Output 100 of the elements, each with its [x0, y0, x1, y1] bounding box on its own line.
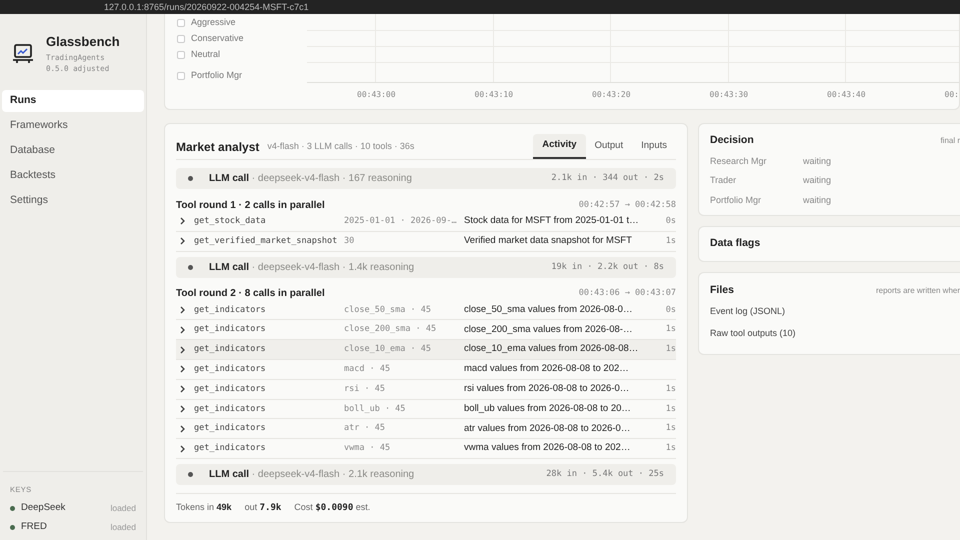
- tool-summary: atr values from 2026-08-08 to 2026-0…: [464, 422, 632, 436]
- llm-call-row[interactable]: LLM call · deepseek-v4-flash · 167 reasoning 2.1k in · 344 out · 2s: [176, 168, 676, 189]
- tool-round-title: Tool round 1 · 2 calls in parallel: [176, 198, 325, 212]
- tab[interactable]: Activity: [533, 134, 586, 159]
- tool-args: rsi · 45: [344, 382, 386, 396]
- tool-args: atr · 45: [344, 422, 386, 436]
- total-stat: Tokens in 49k: [176, 500, 232, 514]
- chevron-right-icon: [180, 365, 186, 374]
- tool-call-row[interactable]: get_indicators close_50_sma · 45 close_50_sma values from 2026-08-0… 0s: [176, 300, 676, 320]
- tool-name: get_indicators: [194, 343, 267, 356]
- role-name: Portfolio Mgr: [710, 194, 762, 207]
- tool-call-row[interactable]: get_indicators vwma · 45 vwma values from 2026-08-08 to 202… 1s: [176, 439, 676, 459]
- key-status: loaded: [110, 521, 136, 534]
- agent-meta: v4-flash · 3 LLM calls · 10 tools · 36s: [267, 140, 414, 153]
- key-name: FRED: [21, 520, 47, 534]
- tool-args: boll_ub · 45: [344, 402, 406, 416]
- data-flags-title: Data flags: [710, 236, 760, 252]
- tool-duration: 1s: [666, 402, 676, 416]
- tool-duration: 1s: [666, 422, 676, 436]
- tab[interactable]: Inputs: [632, 134, 676, 159]
- checkbox[interactable]: [177, 51, 185, 59]
- total-stat: out 7.9k: [244, 500, 282, 515]
- timeline-row-label: Conservative: [191, 32, 244, 46]
- time-tick-label: 00:43:20: [592, 89, 631, 101]
- llm-call-label: LLM call · deepseek-v4-flash · 1.4k reasoning: [209, 260, 414, 275]
- files-title: Files: [710, 283, 734, 298]
- llm-call-label: LLM call · deepseek-v4-flash · 167 reasoning: [209, 172, 412, 186]
- tool-summary: close_10_ema values from 2026-08-08…: [464, 342, 639, 356]
- file-link[interactable]: Event log (JSONL): [710, 304, 960, 327]
- tool-duration: 0s: [666, 215, 676, 228]
- chevron-right-icon: [180, 217, 186, 226]
- tool-summary: Stock data for MSFT from 2025-01-01 t…: [464, 214, 639, 228]
- time-tick-label: 00:: [944, 89, 959, 101]
- chevron-right-icon: [180, 404, 186, 413]
- tab[interactable]: Output: [586, 134, 632, 159]
- tool-name: get_indicators: [194, 304, 267, 316]
- url-text: 127.0.0.1:8765/runs/20260922-004254-MSFT-c7c1: [104, 2, 309, 12]
- nav-link[interactable]: Runs: [2, 90, 144, 112]
- timeline-row-label: Aggressive: [191, 16, 236, 30]
- file-link[interactable]: Raw tool outputs (10): [710, 326, 960, 349]
- tool-name: get_verified_market_snapshot: [194, 234, 338, 248]
- tool-summary: boll_ub values from 2026-08-08 to 20…: [464, 402, 632, 416]
- key-status: loaded: [110, 502, 136, 515]
- tool-name: get_indicators: [194, 402, 267, 416]
- tool-summary: vwma values from 2026-08-08 to 202…: [464, 441, 632, 456]
- checkbox[interactable]: [177, 72, 185, 80]
- tool-round-time: 00:43:06 → 00:43:07: [578, 287, 676, 300]
- role-name: Research Mgr: [710, 154, 768, 168]
- llm-call-stats: 19k in · 2.2k out · 8s: [551, 260, 664, 274]
- nav-link[interactable]: Settings: [2, 190, 144, 212]
- tool-call-row[interactable]: get_indicators rsi · 45 rsi values from 2026-08-08 to 2026-0… 1s: [176, 380, 676, 400]
- agent-title: Market analyst: [176, 138, 260, 156]
- timeline-row-label: Portfolio Mgr: [191, 69, 242, 82]
- tool-call-row[interactable]: get_indicators close_10_ema · 45 close_10_ema values from 2026-08-08… 1s: [176, 340, 676, 360]
- nav-link[interactable]: Frameworks: [2, 115, 144, 137]
- nav-link[interactable]: Database: [2, 140, 144, 162]
- role-status: waiting: [803, 194, 832, 207]
- files-note: reports are written wher: [876, 284, 960, 297]
- time-tick-label: 00:43:10: [474, 89, 514, 101]
- total-stat: Cost $0.0090 est.: [294, 500, 370, 515]
- llm-call-label: LLM call · deepseek-v4-flash · 2.1k reasoning: [209, 468, 414, 482]
- tool-call-row[interactable]: get_indicators boll_ub · 45 boll_ub values from 2026-08-08 to 20… 1s: [176, 400, 676, 420]
- tool-duration: 1s: [666, 323, 676, 336]
- chevron-right-icon: [180, 424, 186, 433]
- decision-note: final r: [940, 134, 960, 147]
- tool-call-row[interactable]: get_indicators macd · 45 macd values from 2026-08-08 to 202…: [176, 360, 676, 380]
- tool-args: close_50_sma · 45: [344, 304, 432, 316]
- chevron-right-icon: [180, 444, 186, 453]
- checkbox[interactable]: [177, 35, 185, 43]
- tool-duration: 1s: [666, 234, 676, 248]
- tool-name: get_indicators: [194, 382, 267, 396]
- tool-summary: macd values from 2026-08-08 to 202…: [464, 362, 630, 376]
- tool-duration: 1s: [666, 442, 676, 455]
- chevron-right-icon: [180, 237, 186, 246]
- tool-summary: Verified market data snapshot for MSFT: [464, 234, 633, 248]
- nav-link[interactable]: Backtests: [2, 165, 144, 187]
- chevron-right-icon: [180, 306, 186, 314]
- llm-call-row[interactable]: LLM call · deepseek-v4-flash · 2.1k reasoning 28k in · 5.4k out · 25s: [176, 464, 676, 485]
- tool-args: macd · 45: [344, 363, 392, 376]
- llm-call-row[interactable]: LLM call · deepseek-v4-flash · 1.4k reasoning 19k in · 2.2k out · 8s: [176, 256, 676, 278]
- llm-call-stats: 2.1k in · 344 out · 2s: [551, 172, 664, 185]
- role-status: waiting: [803, 154, 832, 168]
- tool-call-row[interactable]: get_verified_market_snapshot 30 Verified market data snapshot for MSFT 1s: [176, 232, 676, 252]
- chevron-right-icon: [180, 326, 186, 334]
- chevron-right-icon: [180, 346, 186, 354]
- decision-title: Decision: [710, 133, 754, 148]
- llm-call-stats: 28k in · 5.4k out · 25s: [546, 468, 664, 481]
- tool-duration: 1s: [666, 343, 676, 356]
- tool-duration: 0s: [666, 304, 676, 316]
- time-tick-label: 00:43:30: [710, 89, 748, 101]
- checkbox[interactable]: [177, 19, 185, 27]
- tool-args: close_200_sma · 45: [344, 323, 438, 336]
- role-name: Trader: [710, 174, 738, 188]
- time-tick-label: 00:43:00: [357, 89, 396, 101]
- tool-call-row[interactable]: get_stock_data 2025-01-01 · 2026-09-… Stock data for MSFT from 2025-01-01 t… 0s: [176, 212, 676, 232]
- role-status: waiting: [803, 174, 832, 188]
- tool-call-row[interactable]: get_indicators atr · 45 atr values from 2026-08-08 to 2026-0… 1s: [176, 419, 676, 440]
- tool-name: get_indicators: [194, 323, 267, 336]
- tool-summary: close_50_sma values from 2026-08-0…: [464, 302, 634, 317]
- tool-args: close_10_ema · 45: [344, 343, 432, 356]
